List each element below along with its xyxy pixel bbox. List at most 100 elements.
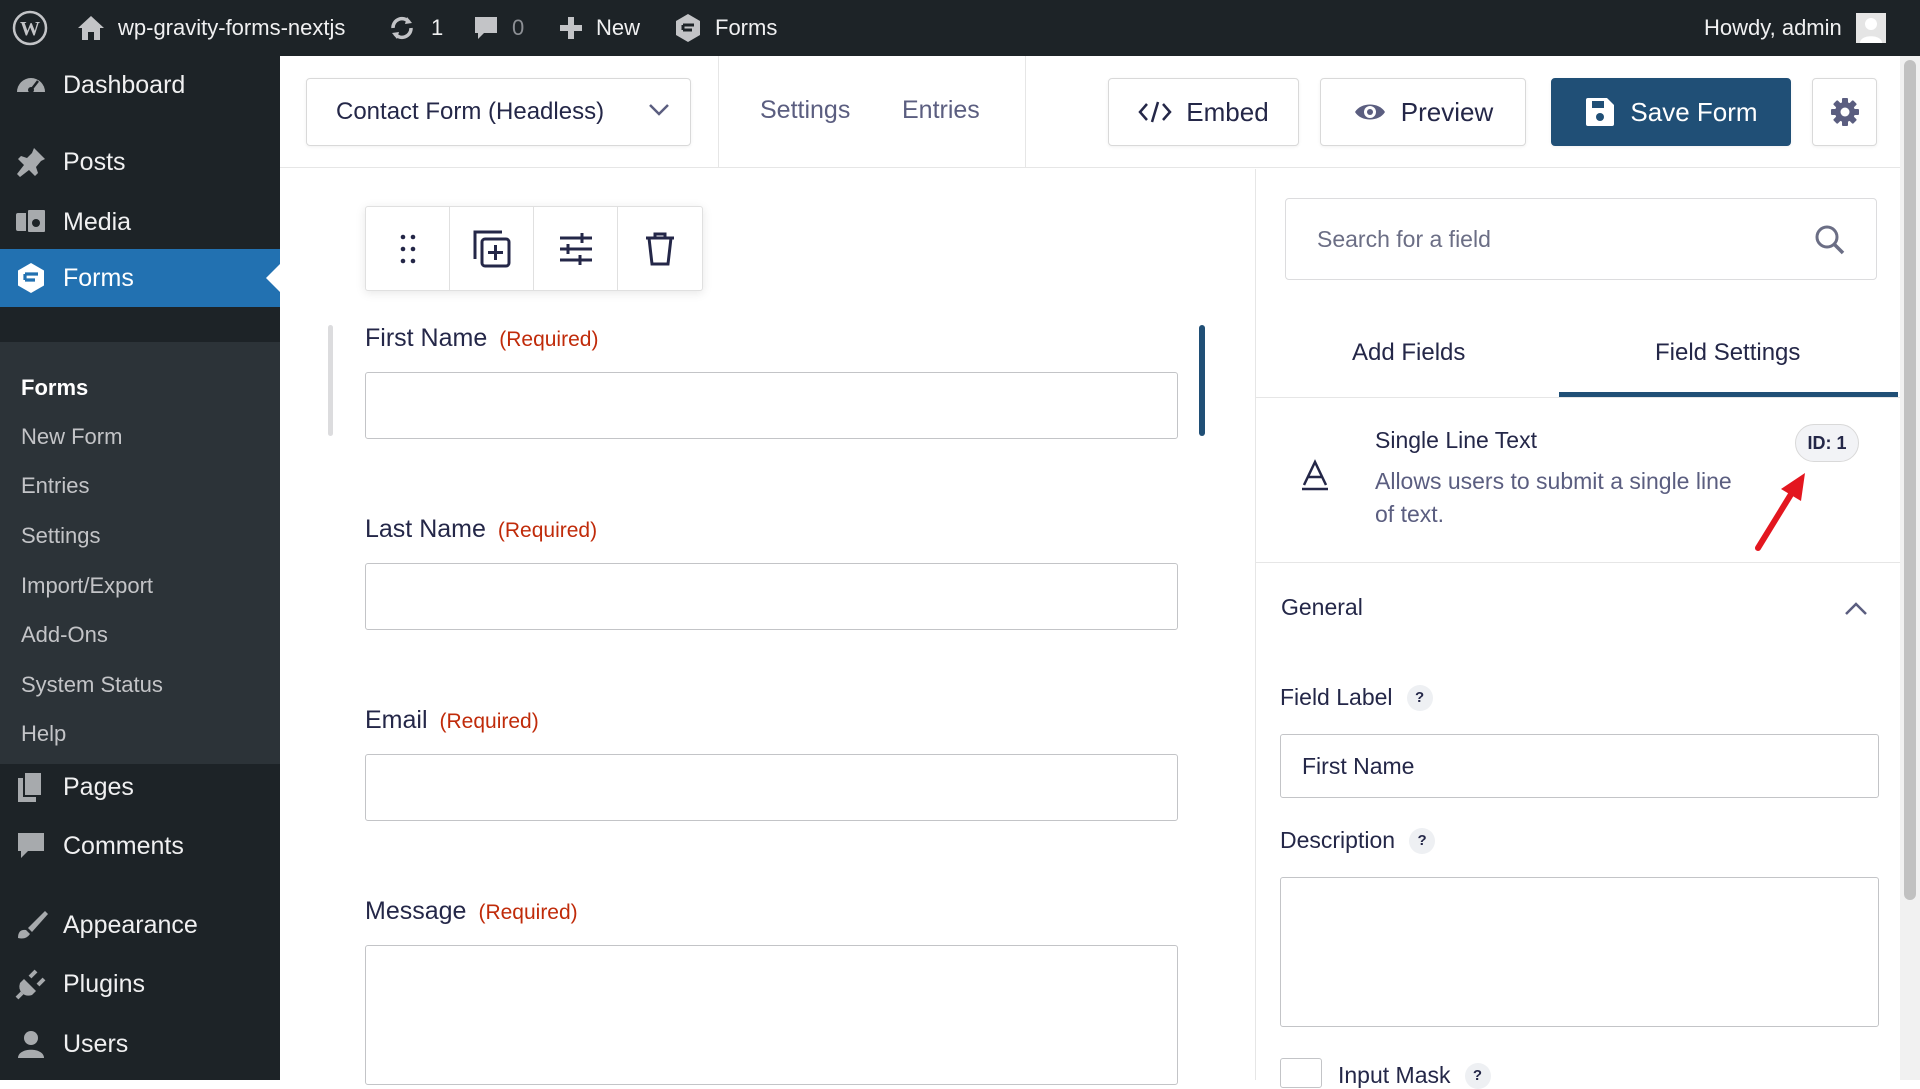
sidebar-item-users[interactable]: Users xyxy=(0,1015,280,1073)
my-account-link[interactable]: Howdy, admin xyxy=(1704,0,1886,56)
last-name-input-preview[interactable] xyxy=(365,563,1178,630)
search-placeholder: Search for a field xyxy=(1317,225,1491,252)
field-label-row: First Name (Required) xyxy=(365,324,1178,353)
input-mask-label: Input Mask xyxy=(1338,1062,1451,1088)
comments-link[interactable]: 0 xyxy=(472,0,524,56)
pushpin-icon xyxy=(14,145,48,179)
required-indicator: (Required) xyxy=(499,328,599,351)
field-id-badge: ID: 1 xyxy=(1795,424,1859,462)
field-label: Email xyxy=(365,706,428,734)
sidebar-item-plugins[interactable]: Plugins xyxy=(0,955,280,1013)
sidebar-item-forms[interactable]: Forms xyxy=(0,249,280,307)
entries-link[interactable]: Entries xyxy=(902,96,980,125)
drag-handle-button[interactable] xyxy=(366,207,450,290)
delete-field-button[interactable] xyxy=(618,207,702,290)
gravity-forms-icon xyxy=(673,13,703,43)
input-mask-checkbox[interactable] xyxy=(1280,1058,1322,1088)
description-textarea[interactable] xyxy=(1280,877,1879,1027)
forms-bar-label: Forms xyxy=(715,15,778,40)
help-tooltip-icon[interactable]: ? xyxy=(1409,827,1436,854)
new-content-link[interactable]: New xyxy=(558,0,640,56)
updates-count: 1 xyxy=(431,15,444,40)
submenu-item-settings[interactable]: Settings xyxy=(21,523,101,549)
section-divider xyxy=(1256,562,1901,563)
tab-field-settings[interactable]: Field Settings xyxy=(1655,339,1800,367)
svg-text:W: W xyxy=(20,18,40,40)
sidebar-item-label: Pages xyxy=(63,772,134,801)
field-action-toolbar xyxy=(365,206,703,291)
submenu-item-add-ons[interactable]: Add-Ons xyxy=(21,622,108,648)
field-label-input[interactable]: First Name xyxy=(1280,734,1879,798)
field-label-row: Message (Required) xyxy=(365,897,1178,926)
code-icon xyxy=(1138,100,1172,124)
paintbrush-icon xyxy=(14,908,48,942)
form-field-first-name[interactable]: First Name (Required) xyxy=(365,324,1178,444)
plug-icon xyxy=(14,967,48,1001)
preview-button[interactable]: Preview xyxy=(1320,78,1526,146)
updates-link[interactable]: 1 xyxy=(387,0,443,56)
tab-add-fields[interactable]: Add Fields xyxy=(1352,339,1465,367)
form-canvas: First Name (Required) Last Name (Required)… xyxy=(280,169,1255,1085)
submenu-item-new-form[interactable]: New Form xyxy=(21,424,122,450)
general-section-title[interactable]: General xyxy=(1281,594,1363,621)
field-label: Message xyxy=(365,897,467,925)
sliders-icon xyxy=(558,232,594,266)
required-indicator: (Required) xyxy=(497,519,598,542)
forms-bar-link[interactable]: Forms xyxy=(673,0,777,56)
submenu-item-import-export[interactable]: Import/Export xyxy=(21,573,153,599)
first-name-input-preview[interactable] xyxy=(365,372,1178,439)
form-field-last-name[interactable]: Last Name (Required) xyxy=(365,515,1178,635)
message-textarea-preview[interactable] xyxy=(365,945,1178,1085)
field-label: Last Name xyxy=(365,515,486,543)
field-search-input[interactable]: Search for a field xyxy=(1285,198,1877,280)
sidebar-item-label: Posts xyxy=(63,147,126,176)
settings-link[interactable]: Settings xyxy=(760,96,850,125)
sidebar-item-posts[interactable]: Posts xyxy=(0,133,280,191)
chevron-up-icon[interactable] xyxy=(1844,602,1868,616)
submenu-item-system-status[interactable]: System Status xyxy=(21,672,163,698)
form-field-email[interactable]: Email (Required) xyxy=(365,706,1178,826)
trash-icon xyxy=(644,231,676,267)
sidebar-item-appearance[interactable]: Appearance xyxy=(0,896,280,954)
form-settings-gear-button[interactable] xyxy=(1812,78,1877,146)
sidebar-item-media[interactable]: Media xyxy=(0,193,280,251)
help-tooltip-icon[interactable]: ? xyxy=(1406,684,1433,711)
embed-button[interactable]: Embed xyxy=(1108,78,1299,146)
sidebar-item-dashboard[interactable]: Dashboard xyxy=(0,56,280,114)
text-field-type-icon xyxy=(1299,459,1331,491)
refresh-icon xyxy=(387,13,417,43)
field-type-description: Allows users to submit a single line of … xyxy=(1375,468,1732,527)
home-icon xyxy=(76,14,106,42)
help-tooltip-icon[interactable]: ? xyxy=(1464,1062,1491,1089)
field-label-row: Last Name (Required) xyxy=(365,515,1178,544)
duplicate-field-button[interactable] xyxy=(450,207,534,290)
search-icon xyxy=(1814,224,1846,256)
form-switcher-dropdown[interactable]: Contact Form (Headless) xyxy=(306,78,691,146)
scrollbar-thumb[interactable] xyxy=(1904,60,1916,900)
site-name-link[interactable]: wp-gravity-forms-nextjs xyxy=(76,0,345,56)
form-field-message[interactable]: Message (Required) xyxy=(365,897,1178,1085)
submenu-item-forms[interactable]: Forms xyxy=(21,375,88,401)
sidebar-item-label: Appearance xyxy=(63,910,198,939)
sidebar-item-label: Forms xyxy=(63,263,134,292)
save-form-button[interactable]: Save Form xyxy=(1551,78,1791,146)
field-label-setting-label: Field Label xyxy=(1280,684,1393,710)
comments-count: 0 xyxy=(512,15,525,40)
toolbar-divider xyxy=(1025,56,1026,168)
sidebar-item-label: Plugins xyxy=(63,969,145,998)
sidebar-item-pages[interactable]: Pages xyxy=(0,758,280,816)
field-settings-button[interactable] xyxy=(534,207,618,290)
floppy-disk-icon xyxy=(1584,96,1616,128)
submenu-item-help[interactable]: Help xyxy=(21,721,66,747)
comment-bubble-icon xyxy=(472,14,500,42)
page-scrollbar[interactable] xyxy=(1900,56,1920,1080)
selected-field-right-indicator xyxy=(1199,325,1205,436)
email-input-preview[interactable] xyxy=(365,754,1178,821)
toolbar-divider xyxy=(718,56,719,168)
wordpress-logo-icon[interactable]: W xyxy=(12,0,48,56)
submenu-item-entries[interactable]: Entries xyxy=(21,473,89,499)
sidebar-item-comments[interactable]: Comments xyxy=(0,817,280,875)
input-mask-label-row: Input Mask? xyxy=(1338,1062,1491,1089)
user-icon xyxy=(14,1027,48,1061)
description-setting-label: Description xyxy=(1280,827,1396,853)
